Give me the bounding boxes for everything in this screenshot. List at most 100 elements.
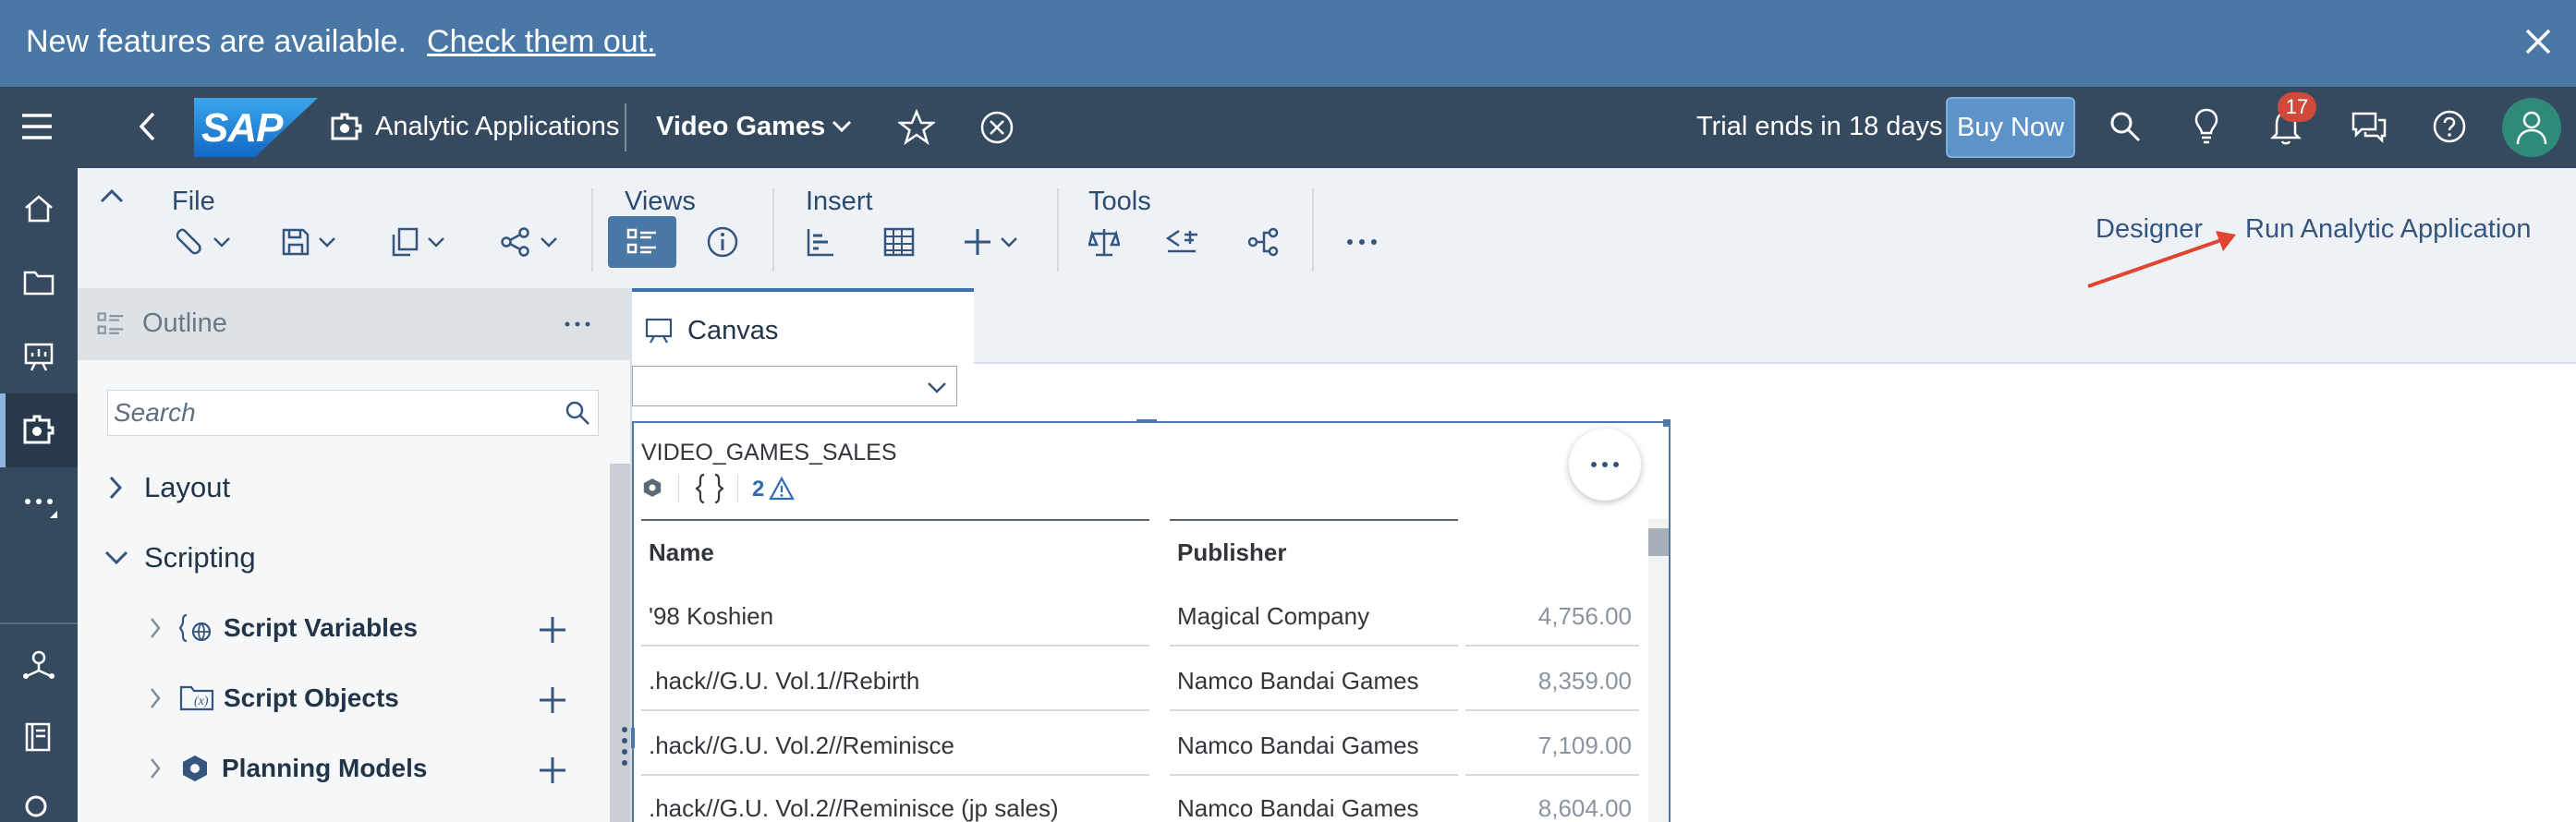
canvas-dropdown[interactable] bbox=[632, 366, 957, 406]
plus-icon bbox=[540, 757, 565, 783]
tab-canvas[interactable]: Canvas bbox=[632, 288, 974, 366]
nav-stories[interactable] bbox=[0, 320, 78, 393]
tools-hierarchy-button[interactable] bbox=[1247, 216, 1281, 268]
tree-item-planning-models[interactable]: Planning Models bbox=[148, 754, 427, 783]
nav-connections[interactable] bbox=[0, 626, 78, 700]
widget-more-button[interactable] bbox=[1569, 429, 1641, 501]
outline-scrollbar[interactable] bbox=[610, 464, 630, 822]
cell-name: .hack//G.U. Vol.1//Rebirth bbox=[649, 667, 920, 695]
outline-more-button[interactable] bbox=[564, 320, 591, 329]
search-input[interactable] bbox=[108, 391, 542, 435]
table-row[interactable]: '98 Koshien Magical Company 4,756.00 bbox=[634, 582, 1646, 647]
nav-more[interactable] bbox=[0, 467, 78, 541]
buy-now-button[interactable]: Buy Now bbox=[1946, 97, 2075, 158]
add-planning-model-button[interactable] bbox=[538, 756, 575, 792]
nav-analytic-applications[interactable] bbox=[0, 393, 78, 467]
toolbar-more-button[interactable] bbox=[1345, 216, 1379, 268]
menu-button[interactable] bbox=[20, 113, 54, 140]
chevron-left-icon bbox=[139, 112, 155, 141]
copy-menu[interactable] bbox=[390, 216, 445, 268]
scales-icon bbox=[1088, 229, 1120, 257]
favorite-button[interactable] bbox=[898, 109, 935, 146]
notification-badge: 17 bbox=[2278, 92, 2316, 122]
table-row[interactable]: .hack//G.U. Vol.2//Reminisce Namco Banda… bbox=[634, 711, 1646, 776]
insert-group-label: Insert bbox=[806, 187, 873, 216]
script-variable-icon bbox=[179, 613, 212, 643]
document-title[interactable]: Video Games bbox=[656, 112, 825, 142]
table-row[interactable]: .hack//G.U. Vol.1//Rebirth Namco Bandai … bbox=[634, 647, 1646, 711]
shell-bar: SAP Analytic Applications Video Games Tr… bbox=[0, 87, 2576, 168]
cell-name: .hack//G.U. Vol.2//Reminisce bbox=[649, 731, 954, 759]
toolbar: File Views Insert Tools Designer Run Ana… bbox=[78, 168, 2576, 288]
nav-home[interactable] bbox=[0, 172, 78, 246]
share-icon bbox=[501, 227, 529, 257]
announcement-banner: New features are available. Check them ou… bbox=[0, 0, 2576, 87]
column-header-name[interactable]: Name bbox=[649, 538, 714, 567]
tree-item-scripting[interactable]: Scripting bbox=[103, 541, 256, 574]
chevron-down-icon[interactable] bbox=[832, 120, 852, 133]
discussions-button[interactable] bbox=[2351, 111, 2388, 144]
help-tips-button[interactable] bbox=[2193, 107, 2219, 146]
trial-text: Trial ends in 18 days bbox=[1696, 112, 1943, 141]
outline-icon bbox=[626, 228, 656, 254]
info-view-toggle[interactable] bbox=[706, 216, 739, 268]
add-script-object-button[interactable] bbox=[538, 685, 575, 722]
tools-formula-button[interactable] bbox=[1166, 216, 1199, 268]
add-script-variable-button[interactable] bbox=[538, 615, 575, 652]
header-top-border bbox=[1170, 519, 1458, 521]
nav-search[interactable] bbox=[0, 772, 78, 822]
collapse-toolbar-button[interactable] bbox=[100, 188, 124, 203]
column-header-publisher[interactable]: Publisher bbox=[1177, 538, 1286, 567]
planning-model-icon bbox=[183, 756, 207, 781]
widget-title: VIDEO_GAMES_SALES bbox=[641, 440, 897, 465]
warning-count[interactable]: 2 bbox=[752, 477, 764, 502]
panel-resize-handle[interactable] bbox=[621, 726, 628, 767]
table-widget[interactable]: VIDEO_GAMES_SALES 2 Name Publisher '98 K… bbox=[631, 419, 1671, 822]
share-menu[interactable] bbox=[499, 216, 558, 268]
user-avatar[interactable] bbox=[2502, 98, 2561, 157]
analytic-app-icon bbox=[329, 113, 362, 142]
insert-add-menu[interactable] bbox=[963, 216, 1018, 268]
sap-logo-text: SAP bbox=[201, 105, 283, 151]
analytic-app-icon bbox=[23, 415, 55, 444]
tree-item-layout[interactable]: Layout bbox=[107, 471, 230, 504]
insert-chart-button[interactable] bbox=[806, 216, 835, 268]
save-menu[interactable] bbox=[281, 216, 336, 268]
script-object-icon: (x) bbox=[179, 685, 214, 711]
warning-icon[interactable] bbox=[769, 477, 795, 501]
edit-tools-menu[interactable] bbox=[174, 216, 231, 268]
check-them-out-link[interactable]: Check them out. bbox=[427, 24, 656, 59]
insert-table-button[interactable] bbox=[883, 216, 915, 268]
tree-item-script-objects[interactable]: (x) Script Objects bbox=[148, 683, 399, 713]
help-button[interactable] bbox=[2432, 109, 2467, 144]
search-icon bbox=[25, 795, 47, 817]
table-scrollbar[interactable] bbox=[1648, 519, 1669, 822]
tools-balance-button[interactable] bbox=[1088, 216, 1120, 268]
close-document-button[interactable] bbox=[979, 110, 1015, 145]
app-name: Analytic Applications bbox=[375, 112, 620, 141]
save-icon bbox=[282, 228, 310, 256]
sap-logo: SAP bbox=[194, 98, 318, 157]
canvas-icon bbox=[645, 318, 673, 344]
tree-label-scripting: Scripting bbox=[144, 541, 256, 574]
views-group-label: Views bbox=[625, 187, 696, 216]
resize-handle[interactable] bbox=[1663, 419, 1671, 427]
back-button[interactable] bbox=[137, 111, 157, 142]
nav-learning[interactable] bbox=[0, 700, 78, 774]
outline-search bbox=[107, 390, 599, 436]
script-braces-icon[interactable] bbox=[695, 473, 724, 504]
cell-publisher: Namco Bandai Games bbox=[1177, 731, 1419, 759]
search-button[interactable] bbox=[2108, 110, 2142, 143]
resize-handle[interactable] bbox=[1136, 419, 1157, 423]
cell-value: 8,604.00 bbox=[1537, 794, 1632, 822]
banner-close-button[interactable] bbox=[2522, 26, 2554, 57]
nav-files[interactable] bbox=[0, 246, 78, 320]
outline-view-toggle[interactable] bbox=[608, 216, 676, 268]
table-row[interactable]: .hack//G.U. Vol.2//Reminisce (jp sales) … bbox=[634, 776, 1646, 822]
outline-header: Outline bbox=[78, 288, 632, 360]
search-icon[interactable] bbox=[565, 400, 590, 426]
tree-label-layout: Layout bbox=[144, 471, 231, 503]
cell-publisher: Namco Bandai Games bbox=[1177, 794, 1419, 822]
run-analytic-application-link[interactable]: Run Analytic Application bbox=[2245, 214, 2532, 245]
tree-item-script-variables[interactable]: Script Variables bbox=[148, 613, 418, 643]
